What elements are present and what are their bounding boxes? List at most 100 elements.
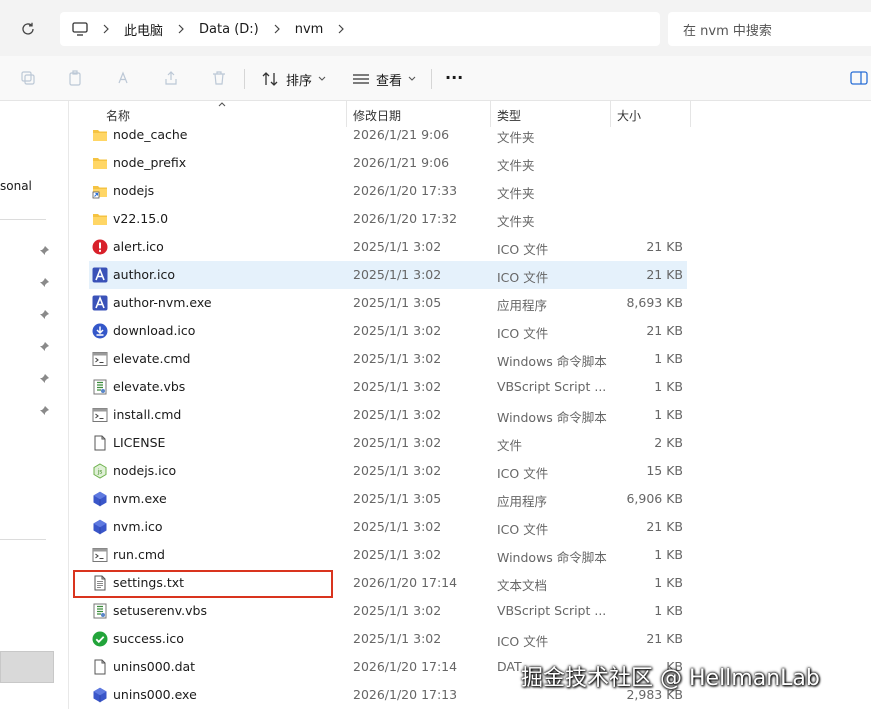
command-bar: 排序 查看 ··· xyxy=(0,56,871,101)
this-pc-icon[interactable] xyxy=(72,22,88,36)
file-name: author-nvm.exe xyxy=(113,295,212,310)
file-date: 2026/1/20 17:14 xyxy=(353,659,458,674)
nvm-icon xyxy=(92,687,108,703)
file-name: unins000.dat xyxy=(113,659,196,674)
file-row[interactable]: setuserenv.vbs 2025/1/1 3:02 VBScript Scri… xyxy=(89,597,687,625)
file-name: unins000.exe xyxy=(113,687,197,702)
breadcrumb-data-d[interactable]: Data (D:) xyxy=(199,22,259,37)
file-row[interactable]: elevate.vbs 2025/1/1 3:02 VBScript Script … xyxy=(89,373,687,401)
file-size: 21 KB xyxy=(646,239,683,254)
file-size: 21 KB xyxy=(646,267,683,282)
file-row[interactable]: node_prefix 2026/1/21 9:06 文件夹 xyxy=(89,149,687,177)
details-pane-icon[interactable] xyxy=(849,68,869,88)
file-row[interactable]: LICENSE 2025/1/1 3:02 文件 2 KB xyxy=(89,429,687,457)
file-row[interactable]: node_cache 2026/1/21 9:06 文件夹 xyxy=(89,121,687,149)
chevron-right-icon[interactable] xyxy=(177,24,185,34)
file-type: 文件夹 xyxy=(497,158,535,173)
file-row[interactable]: alert.ico 2025/1/1 3:02 ICO 文件 21 KB xyxy=(89,233,687,261)
address-bar[interactable]: 此电脑 Data (D:) nvm xyxy=(60,12,660,46)
file-type: 应用程序 xyxy=(497,298,548,313)
file-explorer-window: 此电脑 Data (D:) nvm 在 nvm 中搜索 排序 查看 ··· so… xyxy=(0,0,871,709)
file-row[interactable]: run.cmd 2025/1/1 3:02 Windows 命令脚本 1 KB xyxy=(89,541,687,569)
vbs-file-icon xyxy=(92,603,108,619)
paste-icon[interactable] xyxy=(65,68,85,88)
nvm-icon xyxy=(92,519,108,535)
nav-item-selected[interactable] xyxy=(0,651,54,683)
share-icon[interactable] xyxy=(161,68,181,88)
nav-item-personal[interactable]: sonal xyxy=(0,179,32,193)
view-icon xyxy=(353,74,369,84)
file-name: nvm.exe xyxy=(113,491,167,506)
file-row[interactable]: nvm.exe 2025/1/1 3:05 应用程序 6,906 KB xyxy=(89,485,687,513)
file-date: 2026/1/20 17:33 xyxy=(353,183,458,198)
file-date: 2025/1/1 3:05 xyxy=(353,295,442,310)
chevron-right-icon[interactable] xyxy=(337,24,345,34)
file-row[interactable]: install.cmd 2025/1/1 3:02 Windows 命令脚本 1 KB xyxy=(89,401,687,429)
author-icon xyxy=(92,267,108,283)
file-row[interactable]: js nodejs.ico 2025/1/1 3:02 ICO 文件 15 KB xyxy=(89,457,687,485)
file-date: 2025/1/1 3:02 xyxy=(353,407,442,422)
file-date: 2026/1/20 17:32 xyxy=(353,211,458,226)
nvm-icon xyxy=(92,491,108,507)
folder-shortcut-icon xyxy=(92,183,108,199)
file-type: ICO 文件 xyxy=(497,326,549,341)
watermark: 掘金技术社区 @ HellmanLab xyxy=(521,666,820,691)
file-type: 文件 xyxy=(497,438,523,453)
folder-icon xyxy=(92,155,108,171)
file-type: Windows 命令脚本 xyxy=(497,354,607,369)
file-type: VBScript Script ... xyxy=(497,379,607,394)
view-button[interactable]: 查看 xyxy=(352,68,422,90)
search-input[interactable]: 在 nvm 中搜索 xyxy=(668,12,871,46)
sort-button[interactable]: 排序 xyxy=(262,68,332,90)
file-row[interactable]: author.ico 2025/1/1 3:02 ICO 文件 21 KB xyxy=(89,261,687,289)
file-type: ICO 文件 xyxy=(497,242,549,257)
breadcrumb-this-pc[interactable]: 此电脑 xyxy=(124,20,163,39)
file-row[interactable]: success.ico 2025/1/1 3:02 ICO 文件 21 KB xyxy=(89,625,687,653)
file-type: 文件夹 xyxy=(497,186,535,201)
delete-icon[interactable] xyxy=(209,68,229,88)
pin-icon xyxy=(39,310,49,320)
copy-icon[interactable] xyxy=(18,68,38,88)
file-row[interactable]: download.ico 2025/1/1 3:02 ICO 文件 21 KB xyxy=(89,317,687,345)
folder-icon xyxy=(92,127,108,143)
file-row[interactable]: nodejs 2026/1/20 17:33 文件夹 xyxy=(89,177,687,205)
file-row[interactable]: elevate.cmd 2025/1/1 3:02 Windows 命令脚本 1 KB xyxy=(89,345,687,373)
file-size: 1 KB xyxy=(654,351,683,366)
folder-icon xyxy=(92,211,108,227)
file-name: nodejs xyxy=(113,183,155,198)
file-size: 2 KB xyxy=(654,435,683,450)
file-size: 1 KB xyxy=(654,407,683,422)
file-date: 2025/1/1 3:02 xyxy=(353,267,442,282)
file-date: 2025/1/1 3:02 xyxy=(353,519,442,534)
column-divider[interactable] xyxy=(690,101,691,127)
file-type: 文件夹 xyxy=(497,130,535,145)
cmd-file-icon xyxy=(92,547,108,563)
refresh-button[interactable] xyxy=(14,16,42,42)
file-name: elevate.vbs xyxy=(113,379,186,394)
more-options-button[interactable]: ··· xyxy=(445,66,463,88)
pin-icon xyxy=(39,374,49,384)
file-type: DAT xyxy=(497,659,522,674)
nodejs-icon: js xyxy=(92,463,108,479)
file-row[interactable]: v22.15.0 2026/1/20 17:32 文件夹 xyxy=(89,205,687,233)
file-type: ICO 文件 xyxy=(497,634,549,649)
address-bar-row: 此电脑 Data (D:) nvm 在 nvm 中搜索 xyxy=(0,0,871,56)
file-row[interactable]: author-nvm.exe 2025/1/1 3:05 应用程序 8,693 KB xyxy=(89,289,687,317)
cmd-file-icon xyxy=(92,351,108,367)
file-name: node_cache xyxy=(113,127,188,142)
file-size: 6,906 KB xyxy=(626,491,683,506)
blank-file-icon xyxy=(92,659,108,675)
file-date: 2025/1/1 3:02 xyxy=(353,547,442,562)
toolbar-divider xyxy=(244,69,245,89)
file-name: elevate.cmd xyxy=(113,351,191,366)
file-date: 2026/1/21 9:06 xyxy=(353,155,450,170)
nav-divider xyxy=(0,219,46,220)
chevron-down-icon xyxy=(408,76,416,81)
chevron-right-icon[interactable] xyxy=(102,24,110,34)
file-date: 2026/1/20 17:14 xyxy=(353,575,458,590)
file-date: 2026/1/21 9:06 xyxy=(353,127,450,142)
breadcrumb-nvm[interactable]: nvm xyxy=(295,22,324,37)
file-row[interactable]: nvm.ico 2025/1/1 3:02 ICO 文件 21 KB xyxy=(89,513,687,541)
rename-icon[interactable] xyxy=(113,68,133,88)
chevron-right-icon[interactable] xyxy=(273,24,281,34)
